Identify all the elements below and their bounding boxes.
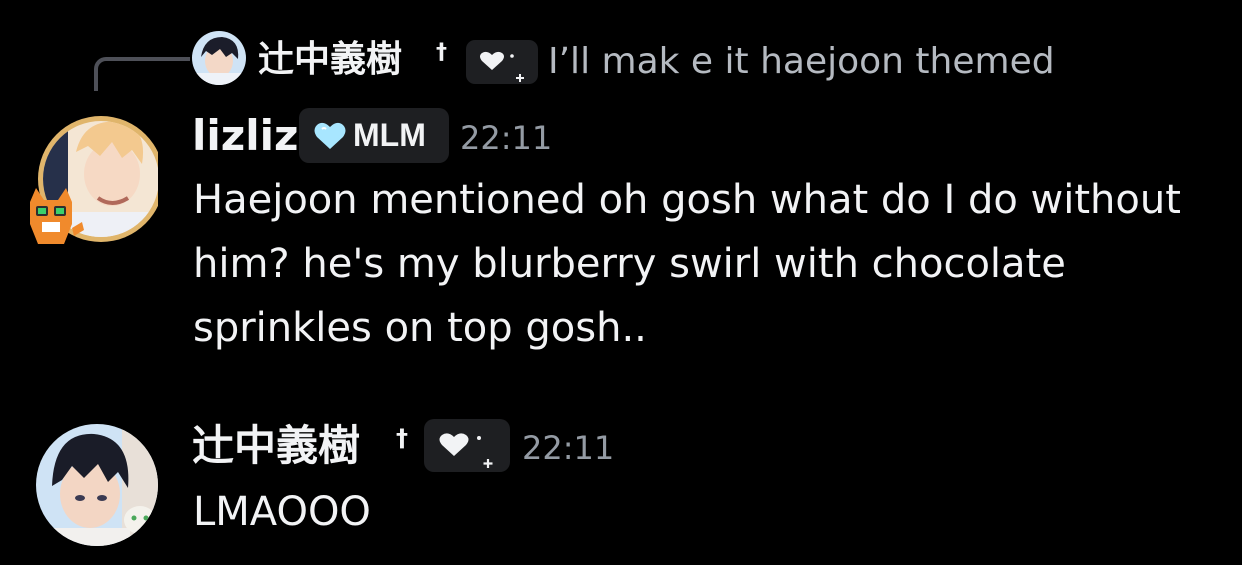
white-heart-sparkle-icon: [480, 51, 524, 82]
white-heart-sparkle-icon: [439, 433, 493, 468]
reply-author-dagger: †: [436, 40, 447, 65]
message-content: LMAOOO: [193, 489, 371, 535]
author-tag[interactable]: [424, 419, 510, 472]
reply-author-tag[interactable]: [466, 40, 538, 84]
reply-author-avatar[interactable]: [192, 31, 246, 85]
message-timestamp[interactable]: 22:11: [522, 425, 614, 471]
lizliz-avatar[interactable]: [24, 112, 164, 246]
message-line: him? he's my blurberry swirl with chocol…: [193, 241, 1066, 287]
message-author-name[interactable]: lizliz: [192, 108, 298, 164]
light-blue-heart-icon: [313, 121, 347, 151]
reply-preview-text[interactable]: I’ll mak e it haejoon themed: [548, 37, 1055, 87]
author-dagger: †: [396, 424, 408, 452]
message-content: Haejoon mentioned oh gosh what do I do w…: [193, 168, 1233, 360]
reply-connector: [94, 57, 190, 91]
reply-author-name[interactable]: 辻中義樹: [258, 34, 402, 86]
message-timestamp[interactable]: 22:11: [460, 115, 552, 161]
message-author-name[interactable]: 辻中義樹: [192, 418, 360, 474]
next-message-cutoff: [300, 560, 860, 565]
message-line: sprinkles on top gosh..: [193, 305, 647, 351]
role-badge-label: MLM: [353, 117, 426, 153]
message-author-avatar[interactable]: [36, 424, 158, 546]
role-badge-mlm[interactable]: MLM: [299, 108, 449, 163]
message-line: Haejoon mentioned oh gosh what do I do w…: [193, 177, 1181, 223]
